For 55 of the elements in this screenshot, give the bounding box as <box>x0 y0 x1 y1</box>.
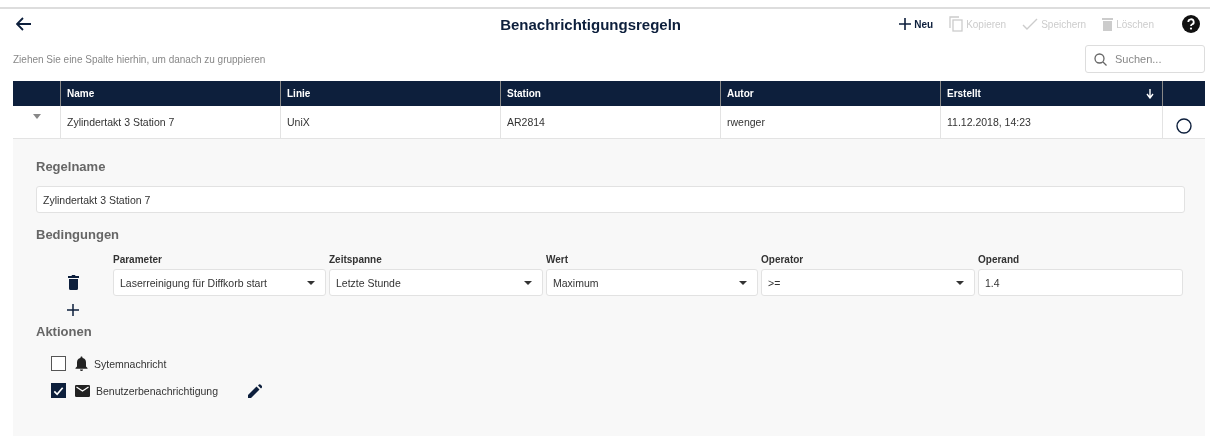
search-icon <box>1094 53 1107 66</box>
copy-icon <box>949 16 964 32</box>
back-button[interactable] <box>16 17 32 31</box>
dropdown-caret-icon <box>956 280 964 285</box>
group-hint: Ziehen Sie eine Spalte hierhin, um danach zu gruppieren <box>13 53 266 65</box>
new-button[interactable]: Neu <box>899 18 934 30</box>
table-cell: rwenger <box>720 106 940 138</box>
section-heading: Aktionen <box>36 324 93 339</box>
operand-field[interactable]: 1.4 <box>978 269 1183 296</box>
dropdown[interactable]: Laserreinigung für Diffkorb start <box>113 269 326 296</box>
field-label: Wert <box>546 254 570 265</box>
envelope-icon <box>75 384 90 397</box>
trash-icon <box>1102 17 1114 31</box>
field-label: Operator <box>761 254 805 265</box>
page-title: Benachrichtigungsregeln <box>499 15 683 33</box>
column-header[interactable]: Autor <box>720 81 940 106</box>
dropdown[interactable]: Maximum <box>546 269 758 296</box>
bell-icon <box>75 356 88 371</box>
edit-button[interactable] <box>248 383 262 398</box>
field-label: Operand <box>978 254 1021 265</box>
column-header[interactable]: Linie <box>280 81 500 106</box>
field-label: Parameter <box>113 254 163 265</box>
expand-caret-icon[interactable] <box>32 114 41 119</box>
help-button[interactable] <box>1182 15 1200 33</box>
help-icon <box>1182 15 1200 33</box>
column-header[interactable]: Name <box>60 81 280 106</box>
dropdown-caret-icon <box>739 280 747 285</box>
rule-name-field[interactable]: Zylindertakt 3 Station 7 <box>36 186 1185 213</box>
radio-button[interactable] <box>1176 118 1192 134</box>
checkbox[interactable] <box>51 383 66 398</box>
pencil-icon <box>248 383 262 398</box>
column-header[interactable]: Erstellt <box>940 81 1162 106</box>
field-label: Zeitspanne <box>329 254 383 265</box>
dropdown-caret-icon <box>524 280 532 285</box>
dropdown[interactable]: >= <box>761 269 975 296</box>
table-cell: UniX <box>280 106 500 138</box>
section-heading: Bedingungen <box>36 227 121 242</box>
column-header[interactable]: Station <box>500 81 720 106</box>
back-arrow-icon <box>16 17 32 31</box>
action-label: Sytemnachricht <box>94 357 167 370</box>
plus-icon <box>67 304 79 316</box>
table-cell: Zylindertakt 3 Station 7 <box>60 106 280 138</box>
trash-icon <box>67 275 79 290</box>
check-icon <box>1022 18 1039 30</box>
action-label: Benutzerbenachrichtigung <box>96 384 218 397</box>
table-cell: AR2814 <box>500 106 720 138</box>
dropdown[interactable]: Letzte Stunde <box>329 269 543 296</box>
delete-condition-button[interactable] <box>67 275 79 290</box>
plus-icon <box>899 18 912 30</box>
dropdown-caret-icon <box>307 280 315 285</box>
add-condition-button[interactable] <box>67 304 79 316</box>
checkbox[interactable] <box>51 356 66 371</box>
table-cell: 11.12.2018, 14:23 <box>940 106 1162 138</box>
search-field[interactable]: Suchen... <box>1085 45 1205 73</box>
section-heading: Regelname <box>36 159 107 174</box>
